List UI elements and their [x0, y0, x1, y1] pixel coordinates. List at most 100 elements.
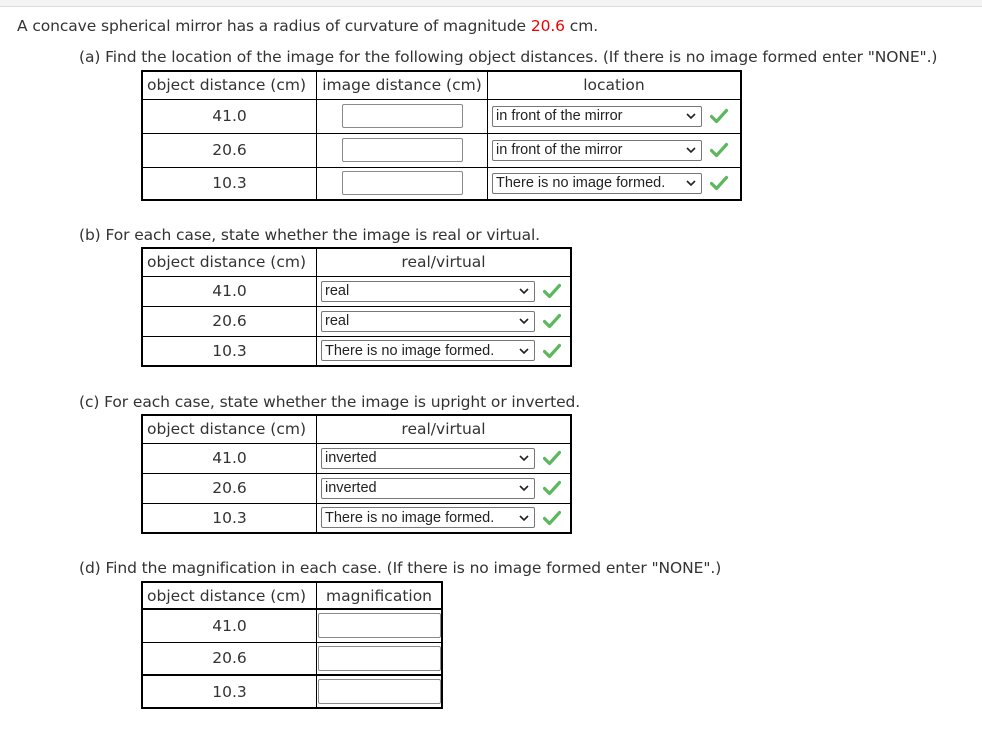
intro-text: A concave spherical mirror has a radius …	[17, 17, 531, 35]
intro-unit: cm.	[564, 17, 599, 35]
orientation-select-value: There is no image formed.	[325, 509, 495, 526]
table-row: 41.0 inverted	[141, 442, 572, 474]
location-select-value: There is no image formed.	[496, 175, 666, 192]
object-distance-cell: 10.3	[141, 335, 317, 367]
real-virtual-select-value: There is no image formed.	[325, 342, 495, 359]
object-distance-cell: 41.0	[141, 275, 317, 307]
table-row: 41.0 in front of the mirror	[141, 98, 742, 134]
object-distance-cell: 20.6	[141, 132, 317, 168]
magnification-cell	[316, 641, 443, 676]
check-icon	[543, 343, 561, 358]
image-distance-cell	[316, 166, 488, 201]
real-virtual-select-value: real	[325, 283, 350, 299]
chevron-down-icon	[686, 180, 696, 187]
part-b-table: object distance (cm) real/virtual 41.0 r…	[141, 247, 572, 367]
check-icon	[543, 283, 561, 299]
table-row: 41.0	[141, 608, 443, 643]
part-d-table: object distance (cm) magnification 41.0 …	[141, 581, 443, 709]
orientation-select-value: inverted	[325, 480, 377, 496]
image-distance-input[interactable]	[341, 104, 463, 128]
part-a-prompt: (a) Find the location of the image for t…	[79, 48, 938, 66]
magnification-cell	[316, 608, 443, 643]
object-distance-cell: 10.3	[141, 502, 317, 534]
magnification-input[interactable]	[317, 613, 441, 639]
object-distance-cell: 10.3	[141, 674, 317, 709]
header-row: object distance (cm) real/virtual	[141, 414, 572, 444]
orientation-select[interactable]: inverted	[321, 447, 535, 469]
magnification-input[interactable]	[317, 645, 441, 671]
problem-statement: A concave spherical mirror has a radius …	[17, 17, 598, 35]
image-distance-input[interactable]	[341, 138, 463, 162]
location-select[interactable]: in front of the mirror	[492, 105, 702, 127]
chevron-down-icon	[519, 288, 529, 295]
orientation-cell: inverted	[316, 442, 572, 474]
table-row: 20.6 in front of the mirror	[141, 132, 742, 168]
location-select-value: in front of the mirror	[496, 108, 623, 124]
orientation-select[interactable]: There is no image formed.	[321, 507, 535, 529]
object-distance-cell: 20.6	[141, 305, 317, 337]
magnification-cell	[316, 674, 443, 709]
location-select-value: in front of the mirror	[496, 142, 623, 158]
object-distance-cell: 41.0	[141, 608, 317, 643]
orientation-select[interactable]: inverted	[321, 477, 535, 499]
part-c-table: object distance (cm) real/virtual 41.0 i…	[141, 414, 572, 534]
chevron-down-icon	[519, 455, 529, 462]
col-header-object-distance: object distance (cm)	[141, 581, 317, 610]
real-virtual-select[interactable]: real	[321, 280, 535, 302]
magnification-input[interactable]	[317, 679, 441, 704]
table-row: 20.6 inverted	[141, 472, 572, 504]
check-icon	[710, 176, 728, 191]
col-header-object-distance: object distance (cm)	[141, 414, 317, 444]
orientation-cell: There is no image formed.	[316, 502, 572, 534]
top-bar	[0, 0, 982, 7]
chevron-down-icon	[519, 515, 529, 521]
location-select[interactable]: in front of the mirror	[492, 139, 702, 161]
check-icon	[543, 510, 561, 525]
col-header-object-distance: object distance (cm)	[141, 70, 317, 100]
header-row: object distance (cm) image distance (cm)…	[141, 70, 742, 100]
table-row: 10.3	[141, 674, 443, 709]
object-distance-cell: 10.3	[141, 166, 317, 201]
table-row: 20.6	[141, 641, 443, 676]
object-distance-cell: 20.6	[141, 472, 317, 504]
table-row: 10.3 There is no image formed.	[141, 335, 572, 367]
chevron-down-icon	[686, 113, 696, 120]
image-distance-cell	[316, 98, 488, 134]
check-icon	[543, 450, 561, 466]
col-header-real-virtual: real/virtual	[316, 414, 572, 444]
location-cell: There is no image formed.	[487, 166, 742, 201]
image-distance-input[interactable]	[341, 171, 463, 196]
table-row: 41.0 real	[141, 275, 572, 307]
radius-value: 20.6	[530, 17, 565, 35]
header-row: object distance (cm) magnification	[141, 581, 443, 610]
real-virtual-select-value: real	[325, 313, 350, 329]
check-icon	[710, 142, 728, 158]
orientation-cell: inverted	[316, 472, 572, 504]
real-virtual-cell: There is no image formed.	[316, 335, 572, 367]
part-a-table: object distance (cm) image distance (cm)…	[141, 70, 742, 201]
real-virtual-select[interactable]: There is no image formed.	[321, 340, 535, 362]
check-icon	[710, 108, 728, 124]
location-select[interactable]: There is no image formed.	[492, 172, 702, 194]
image-distance-cell	[316, 132, 488, 168]
orientation-select-value: inverted	[325, 450, 377, 466]
col-header-real-virtual: real/virtual	[316, 247, 572, 277]
part-b-prompt: (b) For each case, state whether the ima…	[79, 226, 541, 244]
object-distance-cell: 41.0	[141, 442, 317, 474]
part-d-prompt: (d) Find the magnification in each case.…	[79, 559, 722, 577]
real-virtual-select[interactable]: real	[321, 310, 535, 332]
location-cell: in front of the mirror	[487, 132, 742, 168]
object-distance-cell: 20.6	[141, 641, 317, 676]
object-distance-cell: 41.0	[141, 98, 317, 134]
location-cell: in front of the mirror	[487, 98, 742, 134]
table-row: 10.3 There is no image formed.	[141, 502, 572, 534]
chevron-down-icon	[519, 348, 529, 354]
part-c-prompt: (c) For each case, state whether the ima…	[79, 393, 581, 411]
col-header-image-distance: image distance (cm)	[316, 70, 488, 100]
real-virtual-cell: real	[316, 275, 572, 307]
col-header-object-distance: object distance (cm)	[141, 247, 317, 277]
real-virtual-cell: real	[316, 305, 572, 337]
chevron-down-icon	[686, 147, 696, 154]
table-row: 20.6 real	[141, 305, 572, 337]
chevron-down-icon	[519, 485, 529, 492]
